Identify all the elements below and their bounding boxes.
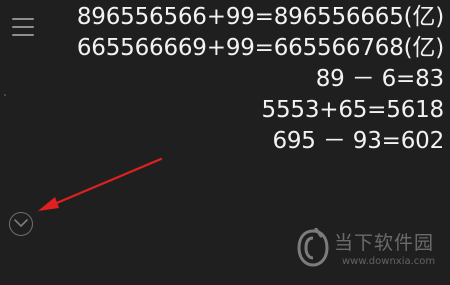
calculator-screen: 896556566+99=896556665(亿) 665566669+99=6… <box>0 0 450 285</box>
watermark: 当下软件园 www.downxia.com <box>296 226 446 276</box>
brand-logo-icon <box>297 228 329 267</box>
watermark-url: www.downxia.com <box>342 256 436 267</box>
watermark-brand: 当下软件园 <box>334 232 435 254</box>
